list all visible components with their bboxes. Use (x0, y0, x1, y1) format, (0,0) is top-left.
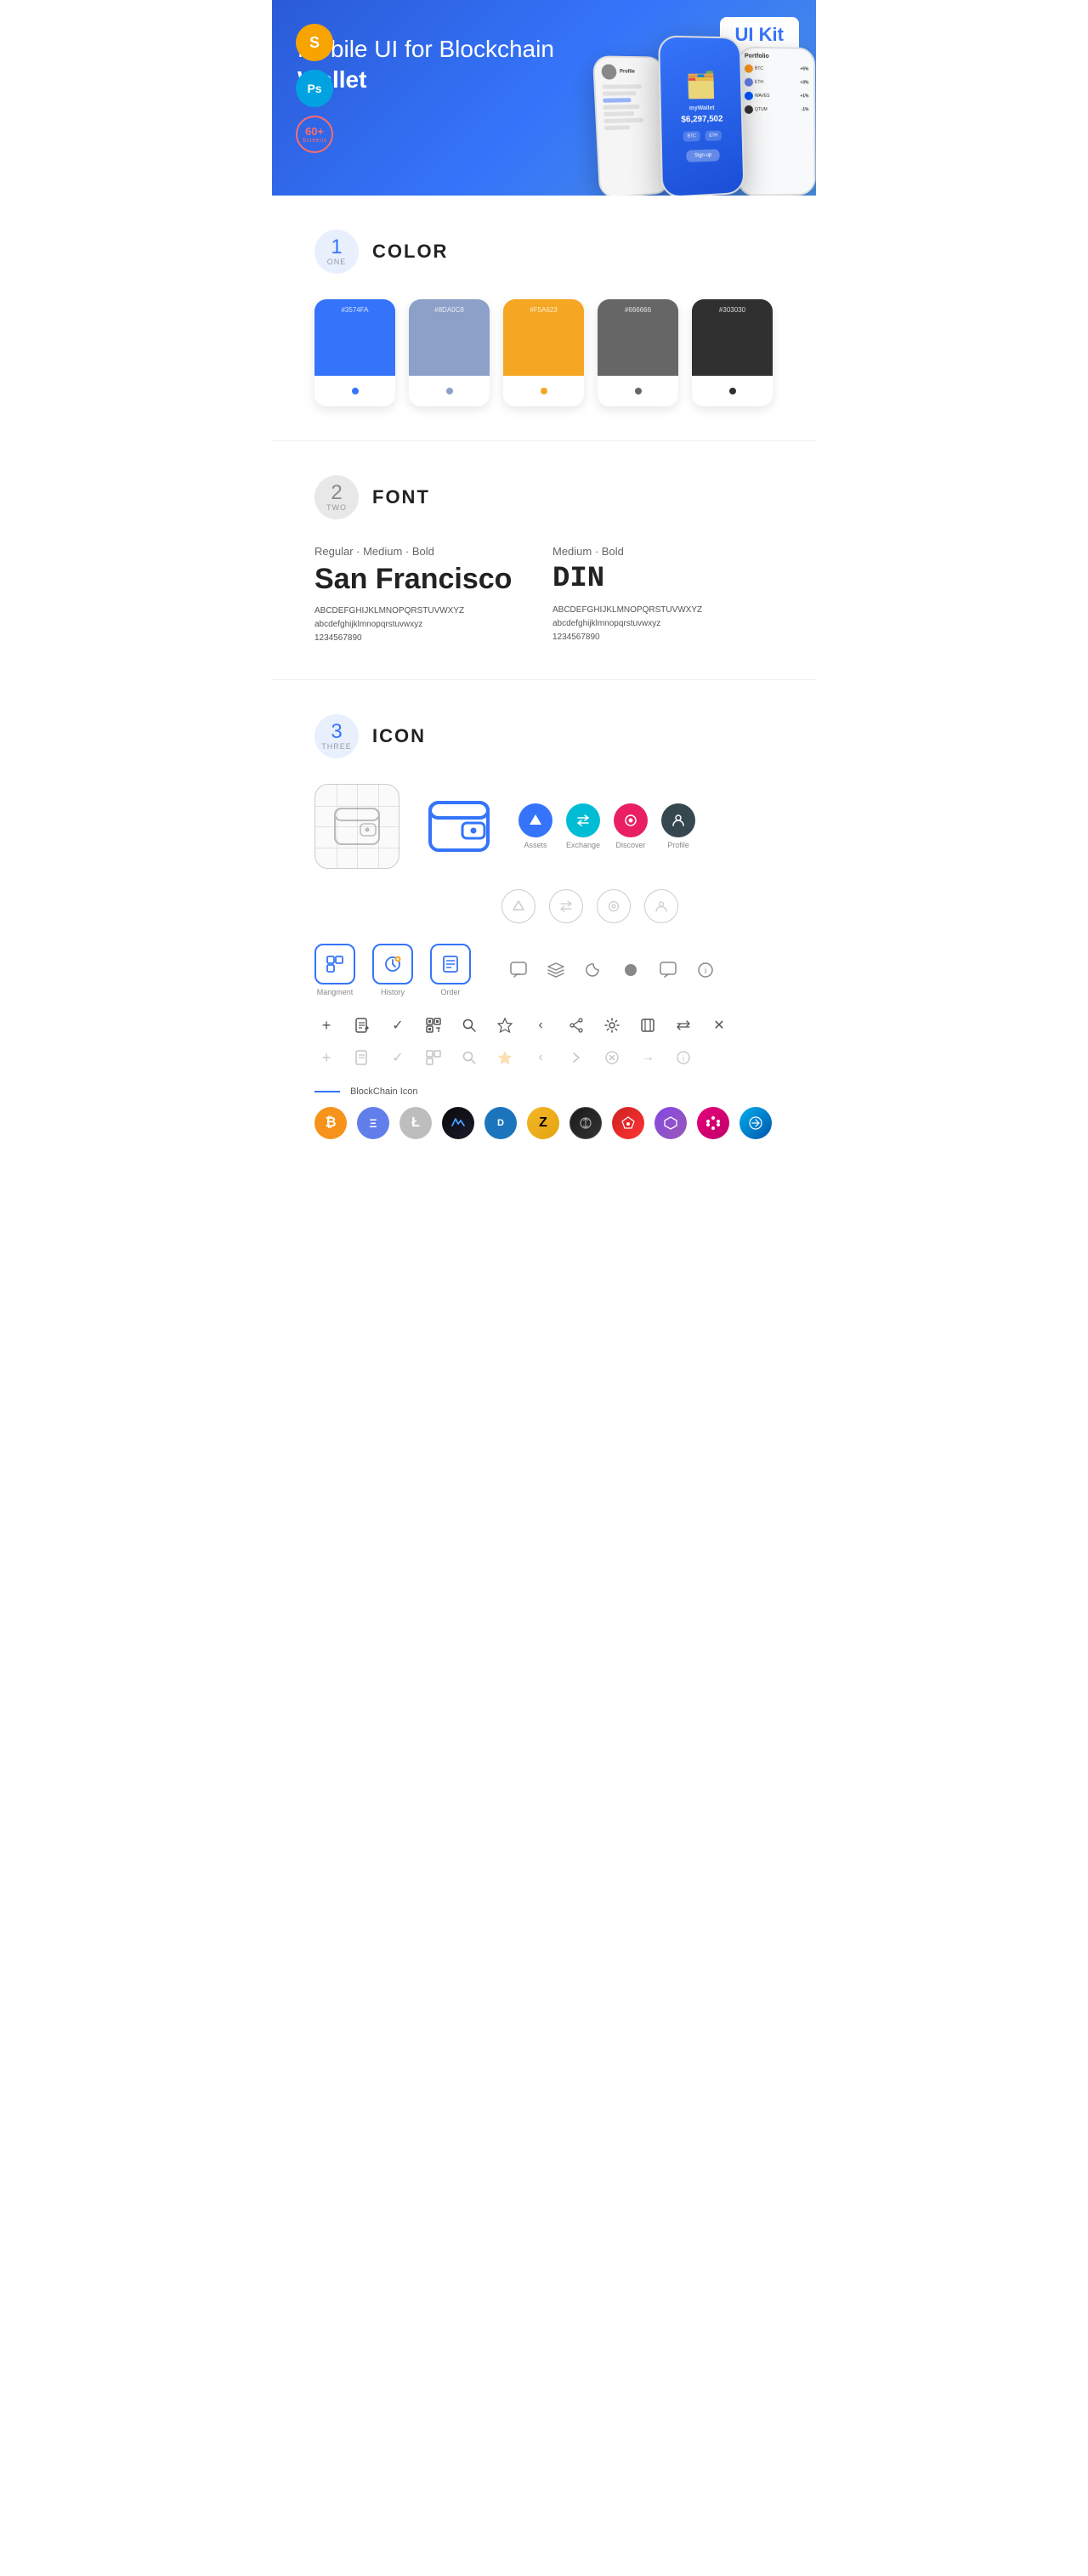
crypto-zcash: Z (527, 1107, 559, 1139)
settings-icon (600, 1013, 624, 1037)
svg-text:i: i (683, 1054, 684, 1063)
section-number-3: 3 THREE (314, 714, 359, 758)
share-icon (564, 1013, 588, 1037)
blockchain-line (314, 1091, 340, 1092)
color-card-4: #666666 (598, 299, 678, 406)
icon-profile-outline (644, 889, 678, 923)
document-edit-icon (350, 1013, 374, 1037)
nav-icons-filled: Assets Exchange Discover Profile (518, 803, 695, 849)
icon-profile: Profile (661, 803, 695, 849)
crypto-ark (612, 1107, 644, 1139)
font-section-header: 2 TWO FONT (314, 475, 774, 519)
icon-exchange: Exchange (566, 803, 600, 849)
star-icon (493, 1013, 517, 1037)
blockchain-divider: BlockChain Icon (314, 1087, 774, 1097)
icon-section: 3 THREE ICON (272, 680, 816, 1173)
sketch-badge: S (296, 24, 333, 61)
color-card-3: #F5A623 (503, 299, 584, 406)
check-faded: ✓ (386, 1049, 410, 1066)
icon-history: History (372, 944, 413, 996)
search-faded (457, 1046, 481, 1070)
circle-icon (617, 956, 644, 984)
bubble-icon (654, 956, 682, 984)
crypto-waves (442, 1107, 474, 1139)
nav-icons-outline-row (502, 889, 774, 923)
moon-icon (580, 956, 607, 984)
wallet-blue-icon (416, 784, 502, 869)
color-card-5: #303030 (692, 299, 773, 406)
crypto-polygon (654, 1107, 687, 1139)
color-card-1: #3574FA (314, 299, 395, 406)
crypto-icons-row: ₿ Ξ Ł D Z (314, 1107, 774, 1139)
phone-mock-3: Portfolio BTC +5% ETH +3% WAVES +1% (738, 46, 816, 196)
qr-faded (422, 1046, 445, 1070)
crypto-iota (570, 1107, 602, 1139)
crypto-bitcoin: ₿ (314, 1107, 347, 1139)
action-icons-row: Mangment History (314, 944, 774, 996)
tool-icons-row2-faded: + ✓ ‹ → i (314, 1046, 774, 1070)
star-active-faded (493, 1046, 517, 1070)
arrow-faded: → (636, 1050, 660, 1065)
font-block-din: Medium · Bold DIN ABCDEFGHIJKLMNOPQRSTUV… (552, 545, 774, 645)
font-block-sf: Regular · Medium · Bold San Francisco AB… (314, 545, 536, 645)
color-grid: #3574FA #8DA0C8 #F5A623 #666666 #303030 (314, 299, 774, 406)
section-number-1: 1 ONE (314, 230, 359, 274)
icon-assets: Assets (518, 803, 552, 849)
cancel-faded (600, 1046, 624, 1070)
crypto-dash: D (484, 1107, 517, 1139)
color-card-2: #8DA0C8 (409, 299, 490, 406)
chat-icon (505, 956, 532, 984)
crypto-stellar (740, 1107, 772, 1139)
icon-discover: Discover (614, 803, 648, 849)
plus-icon-faded: + (314, 1049, 338, 1067)
tool-badges: S Ps 60+ Screens (296, 24, 333, 153)
icon-discover-outline (597, 889, 631, 923)
svg-text:i: i (705, 967, 706, 976)
info-faded: i (672, 1046, 695, 1070)
color-section-header: 1 ONE COLOR (314, 230, 774, 274)
plus-icon: + (314, 1017, 338, 1035)
expand-icon (636, 1013, 660, 1037)
swap-icon (672, 1013, 695, 1037)
icon-main-row: Assets Exchange Discover Profile (314, 784, 774, 869)
font-grid: Regular · Medium · Bold San Francisco AB… (314, 545, 774, 645)
icon-assets-outline (502, 889, 536, 923)
crypto-ethereum: Ξ (357, 1107, 389, 1139)
hero-title: Mobile UI for Blockchain Wallet (298, 34, 570, 96)
layers-icon (542, 956, 570, 984)
icon-section-header: 3 THREE ICON (314, 714, 774, 758)
photoshop-badge: Ps (296, 70, 333, 107)
hero-section: Mobile UI for Blockchain Wallet UI Kit S… (272, 0, 816, 196)
screens-badge: 60+ Screens (296, 116, 333, 153)
wallet-blue-svg (428, 801, 490, 852)
back-icon: ‹ (529, 1018, 552, 1033)
misc-icons-row: i (505, 956, 719, 984)
font-section: 2 TWO FONT Regular · Medium · Bold San F… (272, 441, 816, 679)
forward-faded (564, 1046, 588, 1070)
phone-mockups: Profile 🗂️ myWallet $6,297,502 (595, 36, 816, 196)
doc-icon-faded (350, 1046, 374, 1070)
icon-exchange-outline (549, 889, 583, 923)
qr-icon (422, 1013, 445, 1037)
checkmark-icon: ✓ (386, 1017, 410, 1034)
info-icon: i (692, 956, 719, 984)
search-icon (457, 1013, 481, 1037)
icon-management: Mangment (314, 944, 355, 996)
icon-order: Order (430, 944, 471, 996)
color-section: 1 ONE COLOR #3574FA #8DA0C8 #F5A623 #666… (272, 196, 816, 440)
crypto-polkadot (697, 1107, 729, 1139)
close-icon: ✕ (707, 1017, 731, 1034)
tool-icons-row1: + ✓ ‹ ✕ (314, 1013, 774, 1037)
phone-mock-2: 🗂️ myWallet $6,297,502 BTC ETH Sign up (658, 36, 745, 196)
section-number-2: 2 TWO (314, 475, 359, 519)
crypto-litecoin: Ł (400, 1107, 432, 1139)
back-faded: ‹ (529, 1050, 552, 1065)
wallet-wireframe-icon (314, 784, 400, 869)
